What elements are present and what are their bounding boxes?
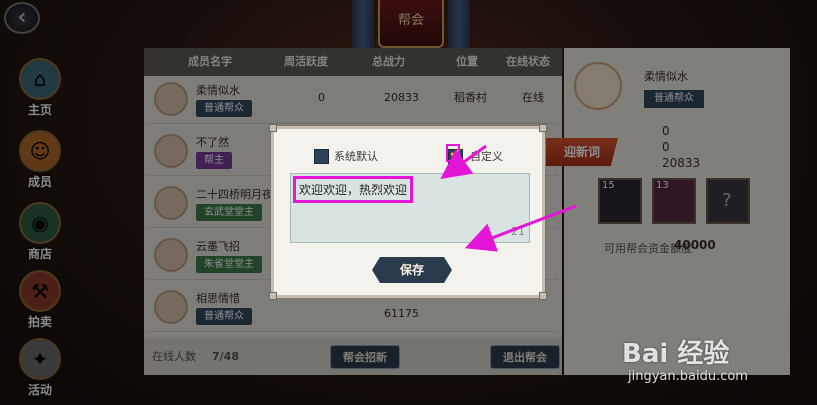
watermark: Bai 经验 jingyan.baidu.com [622, 333, 812, 393]
watermark-url: jingyan.baidu.com [628, 369, 748, 384]
watermark-logo: Bai 经验 [622, 339, 730, 369]
annotation-arrow [440, 144, 487, 180]
annotation-arrow [464, 204, 577, 252]
